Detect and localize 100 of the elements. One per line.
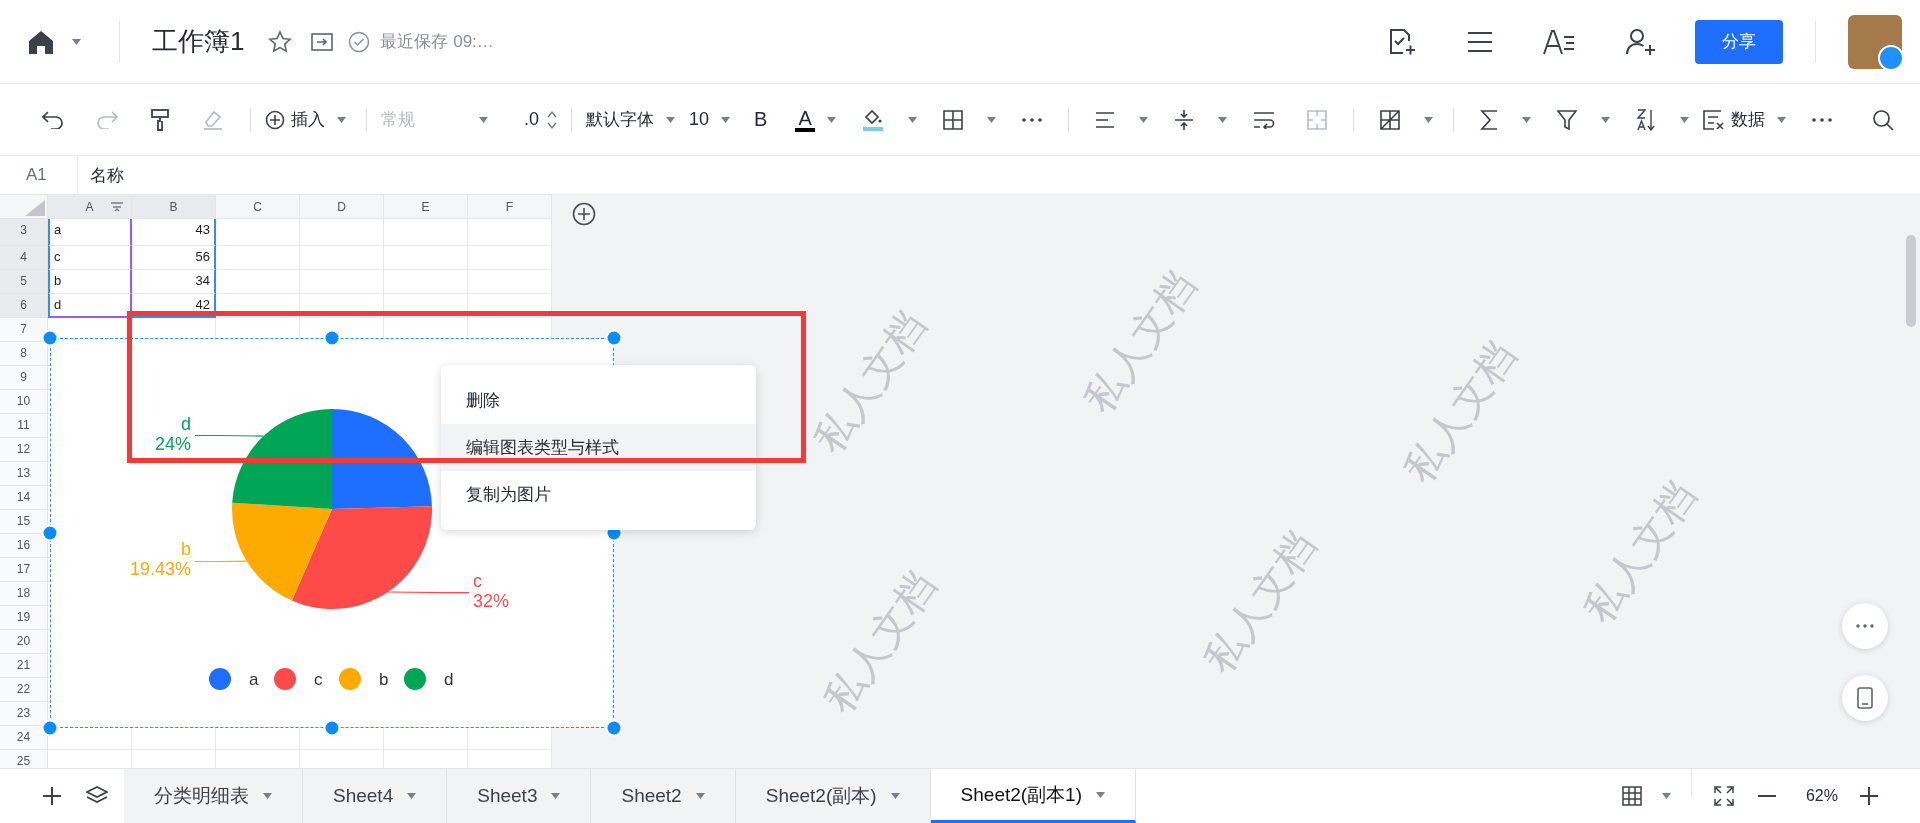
row-header[interactable]: 19 [0, 606, 48, 630]
row-header[interactable]: 11 [0, 414, 48, 438]
row-header[interactable]: 4 [0, 246, 48, 270]
row-header[interactable]: 9 [0, 366, 48, 390]
more-icon [1021, 117, 1042, 122]
row-header[interactable]: 22 [0, 678, 48, 702]
sheet-tab-label[interactable]: Sheet3 [477, 785, 538, 807]
row-header[interactable]: 25 [0, 750, 48, 768]
row-header[interactable]: 10 [0, 390, 48, 414]
sheet-tab-label[interactable]: Sheet2 [621, 785, 682, 807]
column-header[interactable]: B [132, 195, 216, 219]
phone-icon [1857, 687, 1873, 709]
row-header[interactable]: 8 [0, 342, 48, 366]
row-header[interactable]: 23 [0, 702, 48, 726]
menu-icon [1467, 30, 1493, 53]
scrollbar-thumb[interactable] [1906, 235, 1916, 327]
sheet-tab[interactable]: Sheet2(副本) [735, 769, 931, 823]
caret-icon [1521, 116, 1531, 123]
row-header[interactable]: 18 [0, 582, 48, 606]
row-header[interactable]: 21 [0, 654, 48, 678]
minus-icon [1757, 794, 1776, 798]
row-header[interactable]: 12 [0, 438, 48, 462]
caret-icon [1679, 116, 1689, 123]
row-header[interactable]: 20 [0, 630, 48, 654]
row-header[interactable]: 3 [0, 219, 48, 246]
more-icon [1856, 624, 1874, 628]
sheet-tab[interactable]: Sheet3 [447, 769, 592, 823]
avatar-placeholder[interactable] [1848, 14, 1902, 69]
sheet-tab[interactable]: Sheet4 [303, 769, 448, 823]
filter-icon [1556, 109, 1577, 130]
column-header[interactable]: D [300, 195, 384, 219]
leader-line [194, 560, 248, 563]
row-header[interactable]: 24 [0, 726, 48, 750]
column-header[interactable]: F [468, 195, 552, 219]
row-header[interactable]: 17 [0, 558, 48, 582]
plus-icon [42, 786, 62, 806]
vertical-align-icon [1173, 108, 1194, 131]
row-header[interactable]: 13 [0, 462, 48, 486]
font-color-button[interactable]: A [795, 107, 815, 132]
caret-icon [337, 116, 346, 123]
add-circle-icon[interactable] [572, 202, 596, 226]
data-menu-button[interactable]: 数据 [1702, 108, 1765, 131]
sheet-tab-label[interactable]: 分类明细表 [154, 783, 249, 809]
add-person-icon [1625, 27, 1657, 56]
undo-icon [42, 110, 64, 129]
legend-label: b [379, 670, 389, 689]
row-header[interactable]: 5 [0, 270, 48, 294]
column-header[interactable]: E [384, 195, 468, 219]
eraser-icon [202, 108, 224, 131]
merge-cells-icon [1306, 109, 1327, 130]
row-header[interactable]: 15 [0, 510, 48, 534]
filter-menu-icon[interactable] [111, 202, 123, 212]
row-header[interactable]: 6 [0, 294, 48, 318]
sheet-tab-label[interactable]: Sheet2(副本1) [960, 781, 1083, 808]
corner-triangle-icon [25, 200, 45, 216]
table-cell: 56 [132, 246, 216, 270]
sheet-tab[interactable]: Sheet2 [591, 769, 736, 823]
caret-icon [826, 116, 836, 123]
sort-icon [1635, 108, 1656, 131]
caret-icon [1423, 116, 1433, 123]
caret-icon [890, 793, 900, 799]
row-header[interactable]: 7 [0, 318, 48, 342]
legend-label: a [249, 670, 259, 689]
caret-icon [263, 793, 272, 799]
row-header[interactable]: 16 [0, 534, 48, 558]
table-cell: c [48, 246, 132, 270]
document-check-icon [1387, 26, 1417, 57]
table-cell: a [48, 219, 132, 246]
expand-icon [1713, 786, 1734, 806]
table-cell: 43 [132, 219, 216, 246]
decimal-places[interactable]: .0 [524, 109, 539, 130]
insert-button[interactable]: 插入 [265, 108, 325, 131]
caret-icon [666, 116, 675, 123]
bold-button[interactable]: B [754, 108, 768, 131]
cell-reference[interactable]: A1 [0, 156, 78, 194]
mobile-view-button[interactable] [1842, 675, 1888, 721]
font-size-dropdown[interactable]: 10 [689, 109, 710, 130]
grid-view-icon [1621, 786, 1642, 806]
font-family-dropdown[interactable]: 默认字体 [586, 108, 654, 131]
hatched-grid-icon [1379, 109, 1400, 130]
row-header[interactable]: 14 [0, 486, 48, 510]
sheet-tab[interactable]: Sheet2(副本1) [930, 769, 1137, 823]
table-cell: d [48, 294, 132, 318]
zoom-level[interactable]: 62% [1805, 769, 1838, 823]
caret-icon [1138, 116, 1148, 123]
sheet-tab-label[interactable]: Sheet4 [333, 785, 394, 807]
resize-handle[interactable] [605, 329, 623, 347]
document-title[interactable]: 工作簿1 [152, 24, 245, 59]
sheet-tab[interactable]: 分类明细表 [124, 769, 303, 823]
share-button[interactable]: 分享 [1695, 19, 1783, 64]
more-icon [1811, 117, 1832, 122]
align-left-icon [1094, 111, 1115, 128]
column-header[interactable]: A [48, 195, 132, 219]
chat-badge-icon [1878, 44, 1904, 71]
sheet-tab-label[interactable]: Sheet2(副本) [765, 783, 877, 809]
formula-input[interactable]: 名称 [78, 163, 124, 187]
caret-icon [479, 116, 488, 123]
resize-handle[interactable] [605, 719, 623, 737]
column-header[interactable]: C [216, 195, 300, 219]
caret-icon [1096, 791, 1106, 798]
